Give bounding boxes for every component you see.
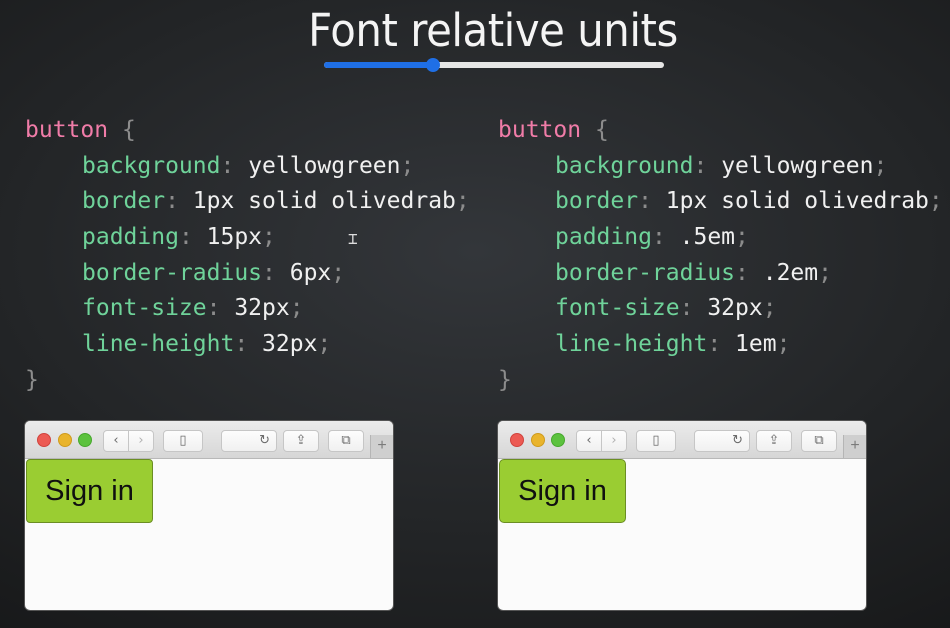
- slider-thumb[interactable]: [425, 58, 440, 72]
- close-window-icon[interactable]: [37, 433, 51, 447]
- slider-fill: [324, 62, 433, 68]
- share-icon[interactable]: ⇪: [756, 430, 792, 452]
- css-value: 1px solid olivedrab: [192, 188, 456, 215]
- css-value: 32px: [707, 295, 763, 322]
- sign-in-button[interactable]: Sign in: [499, 459, 626, 523]
- reload-icon[interactable]: ↻: [694, 430, 750, 452]
- new-tab-icon[interactable]: +: [843, 435, 866, 458]
- slide-title: Font relative units: [308, 4, 678, 57]
- css-value: 32px: [262, 331, 318, 358]
- css-property: font-size: [82, 295, 207, 322]
- code-block-left: button {background: yellowgreen; border: …: [25, 117, 470, 393]
- open-brace: {: [594, 117, 609, 143]
- close-brace: }: [498, 366, 512, 393]
- code-block-right: button {background: yellowgreen; border: …: [498, 117, 943, 393]
- close-brace: }: [25, 366, 39, 393]
- open-brace: {: [121, 117, 136, 143]
- css-property: font-size: [555, 295, 680, 322]
- css-value: 32px: [234, 295, 290, 322]
- reload-icon[interactable]: ↻: [221, 430, 277, 452]
- share-icon[interactable]: ⇪: [283, 430, 319, 452]
- progress-slider[interactable]: [324, 58, 664, 72]
- css-property: border-radius: [555, 259, 736, 286]
- back-icon[interactable]: ‹: [103, 430, 129, 452]
- browser-toolbar: ‹ › ▯ ↻ ⇪ ⧉ +: [498, 421, 866, 459]
- zoom-window-icon[interactable]: [78, 433, 92, 447]
- sign-in-button[interactable]: Sign in: [26, 459, 153, 523]
- zoom-window-icon[interactable]: [551, 433, 565, 447]
- forward-icon[interactable]: ›: [128, 430, 154, 452]
- css-value: yellowgreen: [721, 152, 874, 179]
- css-property: border-radius: [82, 259, 263, 286]
- css-property: border: [555, 188, 639, 215]
- text-cursor-icon: ⌶: [348, 229, 358, 248]
- css-value: .5em: [679, 224, 736, 251]
- minimize-window-icon[interactable]: [58, 433, 72, 447]
- browser-toolbar: ‹ › ▯ ↻ ⇪ ⧉ +: [25, 421, 393, 459]
- css-value: 6px: [289, 259, 332, 286]
- css-value: .2em: [762, 259, 819, 286]
- close-window-icon[interactable]: [510, 433, 524, 447]
- css-selector: button: [498, 117, 582, 143]
- css-value: 1px solid olivedrab: [665, 188, 929, 215]
- browser-window-right: ‹ › ▯ ↻ ⇪ ⧉ + Sign in: [498, 421, 866, 610]
- tabs-icon[interactable]: ⧉: [328, 430, 364, 452]
- minimize-window-icon[interactable]: [531, 433, 545, 447]
- css-property: padding: [82, 224, 179, 251]
- css-value: 1em: [735, 331, 777, 358]
- css-property: background: [82, 152, 221, 179]
- back-icon[interactable]: ‹: [576, 430, 602, 452]
- forward-icon[interactable]: ›: [601, 430, 627, 452]
- css-property: padding: [555, 224, 652, 251]
- sidebar-icon[interactable]: ▯: [163, 430, 203, 452]
- new-tab-icon[interactable]: +: [370, 435, 393, 458]
- css-value: yellowgreen: [248, 152, 401, 179]
- css-property: line-height: [82, 331, 235, 358]
- css-property: border: [82, 188, 166, 215]
- sidebar-icon[interactable]: ▯: [636, 430, 676, 452]
- tabs-icon[interactable]: ⧉: [801, 430, 837, 452]
- css-value: 15px: [206, 224, 263, 251]
- css-property: background: [555, 152, 694, 179]
- css-property: line-height: [555, 331, 708, 358]
- css-selector: button: [25, 117, 109, 143]
- browser-window-left: ‹ › ▯ ↻ ⇪ ⧉ + Sign in: [25, 421, 393, 610]
